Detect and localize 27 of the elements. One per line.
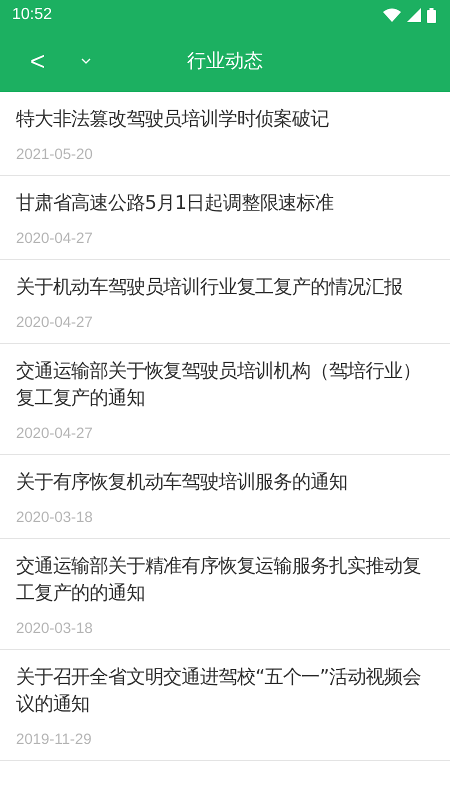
article-title: 特大非法篡改驾驶员培训学时侦案破记 — [16, 107, 330, 132]
article-date: 2020-03-18 — [16, 509, 94, 526]
article-item[interactable]: 关于召开全省文明交通进驾校“五个一”活动视频会议的通知 2019-11-29 — [0, 650, 450, 761]
article-title: 交通运输部关于恢复驾驶员培训机构（驾培行业）复工复产的通知 — [16, 359, 422, 411]
article-item[interactable]: 交通运输部关于精准有序恢复运输服务扎实推动复工复产的的通知 2020-03-18 — [0, 539, 450, 650]
chevron-down-icon[interactable] — [81, 58, 92, 64]
article-item[interactable]: 关于机动车驾驶员培训行业复工复产的情况汇报 2020-04-27 — [0, 260, 450, 344]
article-title: 关于召开全省文明交通进驾校“五个一”活动视频会议的通知 — [16, 665, 422, 717]
article-date: 2020-03-18 — [16, 620, 94, 637]
article-date: 2020-04-27 — [16, 425, 94, 442]
article-title: 甘肃省高速公路5月1日起调整限速标准 — [16, 191, 334, 216]
battery-icon — [427, 8, 436, 22]
article-title: 关于有序恢复机动车驾驶培训服务的通知 — [16, 470, 348, 495]
wifi-icon — [383, 8, 401, 22]
status-time: 10:52 — [12, 6, 52, 24]
page-title: 行业动态 — [187, 49, 263, 74]
article-title: 交通运输部关于精准有序恢复运输服务扎实推动复工复产的的通知 — [16, 554, 422, 606]
article-item[interactable]: 关于有序恢复机动车驾驶培训服务的通知 2020-03-18 — [0, 455, 450, 539]
article-item[interactable]: 甘肃省高速公路5月1日起调整限速标准 2020-04-27 — [0, 176, 450, 260]
article-date: 2019-11-29 — [16, 731, 93, 748]
article-date: 2020-04-27 — [16, 314, 94, 331]
article-item[interactable]: 特大非法篡改驾驶员培训学时侦案破记 2021-05-20 — [0, 92, 450, 176]
article-date: 2020-04-27 — [16, 230, 94, 247]
article-date: 2021-05-20 — [16, 146, 94, 163]
article-title: 关于机动车驾驶员培训行业复工复产的情况汇报 — [16, 275, 404, 300]
signal-icon — [407, 8, 421, 22]
article-item[interactable]: 交通运输部关于恢复驾驶员培训机构（驾培行业）复工复产的通知 2020-04-27 — [0, 344, 450, 455]
